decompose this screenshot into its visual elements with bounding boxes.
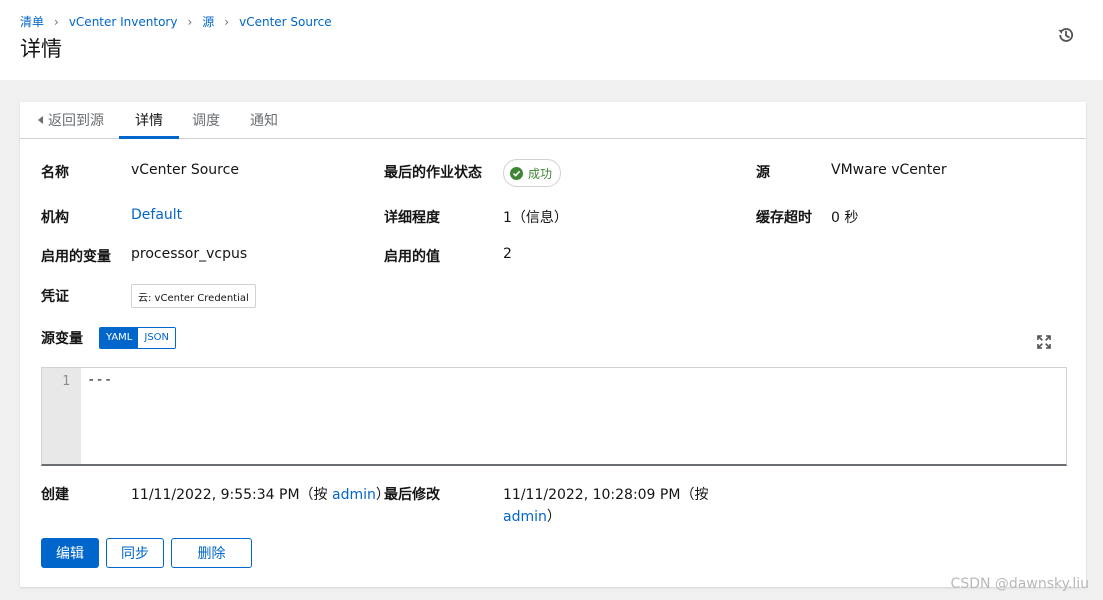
last-job-status-label: 最后的作业状态 xyxy=(384,165,482,181)
source-label: 源 xyxy=(756,165,770,181)
name-value: vCenter Source xyxy=(131,162,239,178)
history-icon[interactable] xyxy=(1056,25,1076,45)
source-value: VMware vCenter xyxy=(831,162,947,178)
job-status-text: 成功 xyxy=(528,166,553,181)
check-circle-icon xyxy=(510,166,523,180)
breadcrumb: 清单 › vCenter Inventory › 源 › vCenter Sou… xyxy=(20,13,332,30)
tab-details[interactable]: 详情 xyxy=(119,102,179,139)
source-variables-label: 源变量 xyxy=(41,331,83,347)
credential-label: 凭证 xyxy=(41,289,69,305)
job-status-badge[interactable]: 成功 xyxy=(503,159,562,187)
enabled-variable-label: 启用的变量 xyxy=(41,249,111,265)
last-modified-user: admin） xyxy=(503,506,561,526)
expand-icon[interactable] xyxy=(1036,334,1052,350)
tab-schedules-label: 调度 xyxy=(192,113,220,129)
enabled-value-label: 启用的值 xyxy=(384,249,440,265)
json-toggle-button[interactable]: JSON xyxy=(138,328,176,348)
details-card: 返回到源 详情 调度 通知 名称 vCenter Source 最后的作业状态 … xyxy=(20,102,1086,587)
breadcrumb-separator: › xyxy=(187,14,193,29)
caret-left-icon xyxy=(38,116,43,124)
created-by-link[interactable]: admin xyxy=(332,487,376,503)
format-toggle: YAML JSON xyxy=(99,327,177,349)
sync-button[interactable]: 同步 xyxy=(106,538,164,568)
breadcrumb-separator: › xyxy=(224,14,230,29)
enabled-value-value: 2 xyxy=(503,246,512,262)
breadcrumb-current-source[interactable]: vCenter Source xyxy=(239,15,332,29)
page-header: 清单 › vCenter Inventory › 源 › vCenter Sou… xyxy=(0,0,1103,80)
breadcrumb-separator: › xyxy=(54,14,59,29)
watermark: CSDN @dawnsky.liu xyxy=(950,576,1089,592)
organization-label: 机构 xyxy=(41,210,69,226)
code-content[interactable]: --- xyxy=(87,372,112,388)
delete-button[interactable]: 删除 xyxy=(171,538,252,568)
cache-timeout-value: 0 秒 xyxy=(831,210,859,226)
organization-link[interactable]: Default xyxy=(131,207,182,223)
modified-by-link[interactable]: admin xyxy=(503,509,547,525)
created-label: 创建 xyxy=(41,487,69,503)
cache-timeout-label: 缓存超时 xyxy=(756,210,812,226)
last-modified-value: 11/11/2022, 10:28:09 PM（按 xyxy=(503,487,709,503)
breadcrumb-sources[interactable]: 源 xyxy=(202,13,214,30)
breadcrumb-inventory[interactable]: vCenter Inventory xyxy=(69,15,178,29)
name-label: 名称 xyxy=(41,165,69,181)
line-number: 1 xyxy=(62,374,70,389)
last-modified-label: 最后修改 xyxy=(384,487,440,503)
modified-suffix: ） xyxy=(546,509,561,525)
tab-schedules[interactable]: 调度 xyxy=(176,102,236,138)
code-editor[interactable]: 1 --- xyxy=(41,367,1067,466)
created-value: 11/11/2022, 9:55:34 PM（按 admin） xyxy=(131,484,390,504)
tab-notifications[interactable]: 通知 xyxy=(234,102,294,138)
tab-details-label: 详情 xyxy=(135,113,163,129)
tab-bar: 返回到源 详情 调度 通知 xyxy=(20,102,1086,139)
tab-back-to-sources[interactable]: 返回到源 xyxy=(20,102,120,138)
enabled-variable-value: processor_vcpus xyxy=(131,246,248,262)
created-date: 11/11/2022, 9:55:34 PM（按 xyxy=(131,487,332,503)
tab-back-label: 返回到源 xyxy=(48,113,104,129)
verbosity-value: 1（信息） xyxy=(503,210,568,226)
page-title: 详情 xyxy=(20,37,62,61)
breadcrumb-inventories[interactable]: 清单 xyxy=(20,13,44,30)
tab-notifications-label: 通知 xyxy=(250,113,278,129)
yaml-toggle-button[interactable]: YAML xyxy=(100,328,139,348)
verbosity-label: 详细程度 xyxy=(384,210,440,226)
line-number-gutter: 1 xyxy=(42,368,81,464)
credential-chip[interactable]: 云: vCenter Credential xyxy=(131,284,256,308)
edit-button[interactable]: 编辑 xyxy=(41,538,99,568)
